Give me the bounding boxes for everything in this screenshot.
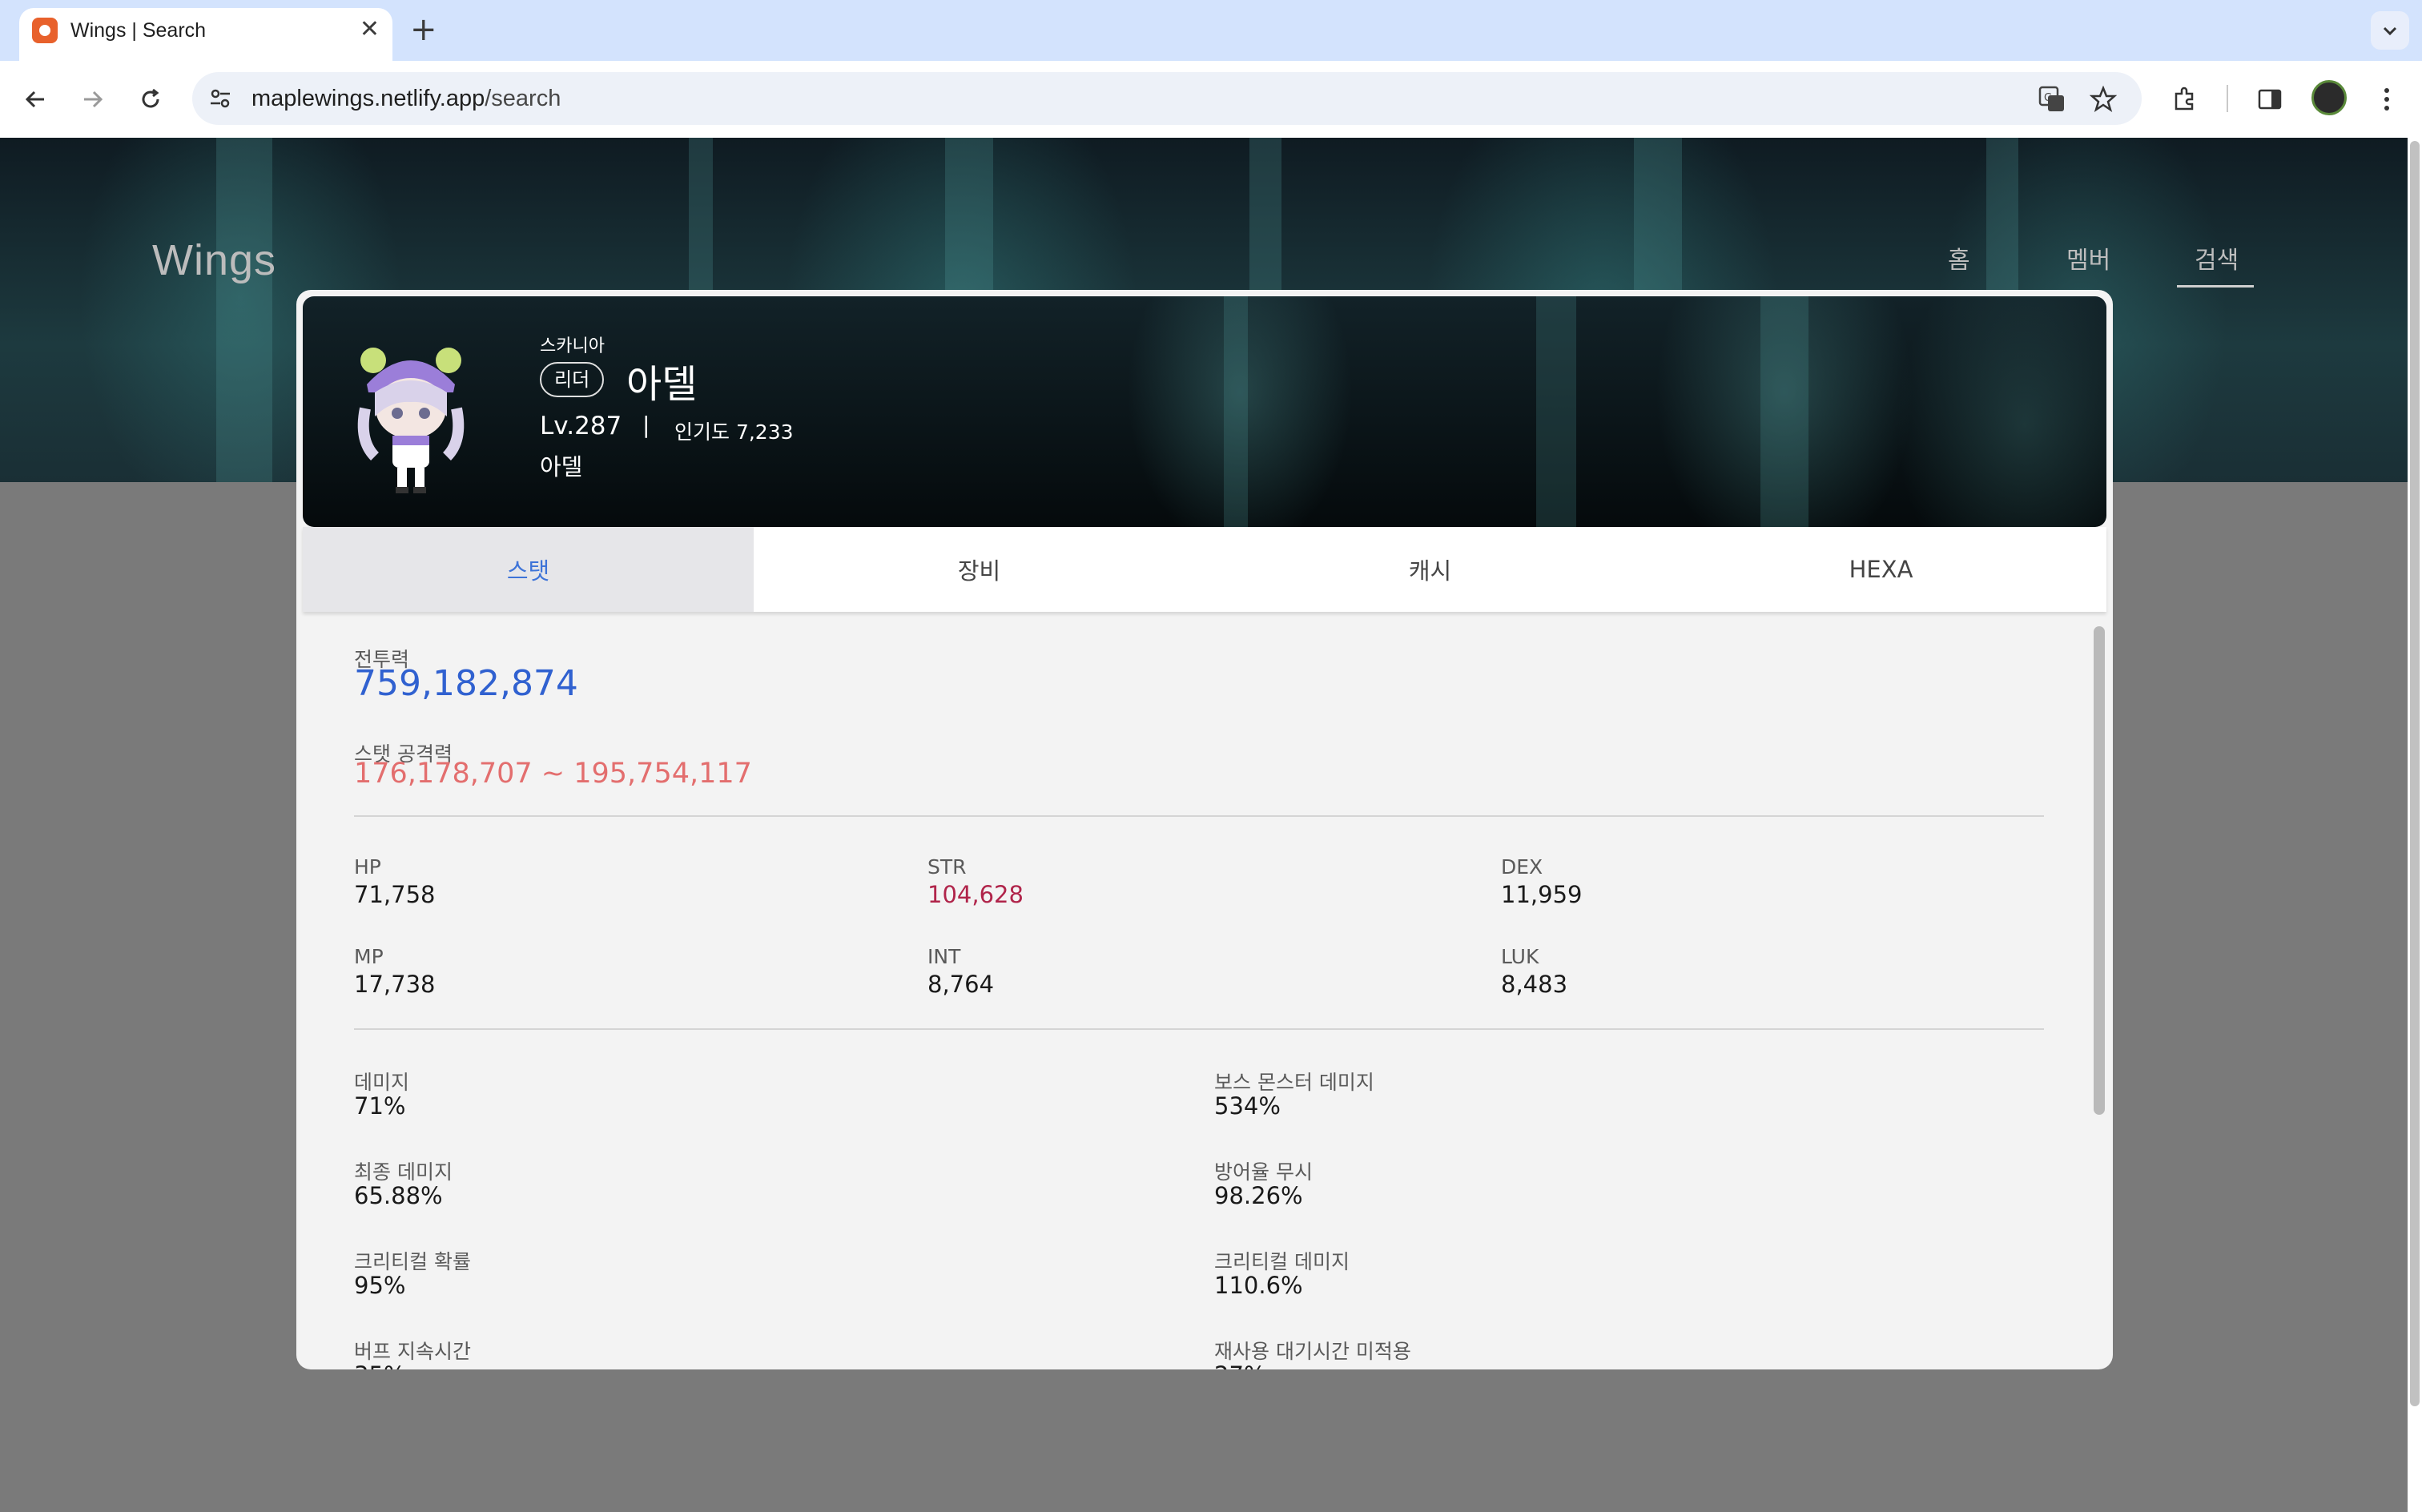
chevron-down-icon — [2383, 26, 2397, 36]
detail-stat-label: 데미지 — [354, 1071, 410, 1094]
nav-active-indicator — [2177, 285, 2254, 288]
url-host: maplewings.netlify.app — [251, 86, 485, 111]
stat-value: 71,758 — [354, 881, 436, 908]
extensions-button[interactable] — [2164, 78, 2206, 120]
toolbar-divider — [2227, 85, 2228, 112]
stat-label: MP — [354, 945, 384, 968]
site-logo[interactable]: Wings — [152, 235, 276, 285]
tab-cash[interactable]: 캐시 — [1205, 527, 1656, 612]
character-card: 스카니아 리더 아델 Lv.287 | 인기도 7,233 아델 스탯 장비 캐… — [296, 290, 2113, 1369]
reload-icon — [142, 88, 159, 108]
detail-stat-value: 65.88% — [354, 1182, 443, 1209]
forward-arrow-icon — [84, 90, 103, 108]
combat-power-value: 759,182,874 — [354, 663, 578, 704]
tab-title: Wings | Search — [70, 19, 207, 42]
section-divider — [354, 815, 2044, 817]
level-separator: | — [642, 412, 650, 438]
stat-label: DEX — [1501, 855, 1543, 879]
site-favicon-icon — [32, 18, 58, 43]
bookmark-star-icon[interactable] — [2086, 82, 2121, 117]
kebab-menu-icon — [2384, 88, 2389, 111]
profile-decoration — [1224, 296, 1248, 527]
side-panel-icon — [2258, 89, 2282, 110]
guild-role-badge: 리더 — [540, 362, 605, 397]
stat-label: INT — [927, 945, 961, 968]
section-divider — [354, 1028, 2044, 1030]
character-job: 아델 — [540, 453, 583, 481]
url-path: /search — [485, 86, 561, 111]
detail-stat-value: 534% — [1214, 1092, 1281, 1120]
profile-decoration — [1536, 296, 1576, 527]
detail-stat-label: 방어율 무시 — [1214, 1160, 1313, 1184]
stat-value: 8,483 — [1501, 971, 1568, 998]
profile-avatar[interactable] — [2311, 80, 2347, 115]
detail-stat-label: 최종 데미지 — [354, 1160, 453, 1184]
tab-search-button[interactable] — [2371, 11, 2409, 50]
browser-tab-strip: Wings | Search ✕ + — [0, 0, 2422, 61]
translate-icon[interactable]: G — [2034, 82, 2070, 117]
nav-search[interactable]: 검색 — [2195, 240, 2239, 275]
page-viewport: Wings 홈 멤버 검색 스카니아 리더 아델 Lv.287 | 인기도 7,… — [0, 138, 2408, 1512]
browser-tab[interactable]: Wings | Search ✕ — [19, 8, 392, 61]
stat-label: LUK — [1501, 945, 1539, 968]
world-name: 스카니아 — [540, 336, 605, 356]
detail-stat-value: 71% — [354, 1092, 406, 1120]
browser-menu-button[interactable] — [2366, 78, 2408, 120]
browser-toolbar: maplewings.netlify.app/search G — [0, 61, 2422, 139]
nav-members[interactable]: 멤버 — [2066, 240, 2110, 275]
hero-decoration — [216, 138, 272, 482]
character-profile-header: 스카니아 리더 아델 Lv.287 | 인기도 7,233 아델 — [303, 296, 2106, 527]
detail-stat-label: 버프 지속시간 — [354, 1340, 471, 1363]
url-text: maplewings.netlify.app/search — [251, 83, 561, 114]
detail-stat-label: 크리티컬 확률 — [354, 1250, 471, 1273]
detail-stat-value: 98.26% — [1214, 1182, 1303, 1209]
back-button[interactable] — [14, 78, 56, 120]
card-scrollbar[interactable] — [2094, 626, 2105, 1115]
stat-attack-value: 176,178,707 ~ 195,754,117 — [354, 758, 752, 790]
detail-stat-value: 95% — [354, 1272, 406, 1299]
reload-button[interactable] — [130, 78, 171, 120]
stat-label: STR — [927, 855, 967, 879]
back-arrow-icon — [25, 90, 44, 108]
tab-equipment[interactable]: 장비 — [754, 527, 1205, 612]
tab-hexa[interactable]: HEXA — [1656, 527, 2106, 612]
stat-value: 17,738 — [354, 971, 436, 998]
character-popularity: 인기도 7,233 — [674, 420, 794, 444]
side-panel-button[interactable] — [2249, 78, 2291, 120]
stat-value: 8,764 — [927, 971, 995, 998]
detail-stat-label: 보스 몬스터 데미지 — [1214, 1071, 1374, 1094]
detail-stat-value: 110.6% — [1214, 1272, 1303, 1299]
detail-stat-label: 크리티컬 데미지 — [1214, 1250, 1350, 1273]
new-tab-button[interactable]: + — [410, 11, 437, 48]
character-level: Lv.287 — [540, 412, 622, 440]
puzzle-icon — [2175, 86, 2194, 111]
detail-stat-label: 재사용 대기시간 미적용 — [1214, 1340, 1411, 1363]
character-avatar-image — [357, 348, 465, 493]
character-name: 아델 — [626, 362, 698, 407]
detail-stat-value: 35% — [354, 1361, 405, 1369]
profile-decoration — [1760, 296, 1808, 527]
site-info-icon[interactable] — [207, 85, 234, 112]
tab-stats[interactable]: 스탯 — [303, 527, 754, 612]
address-bar[interactable]: maplewings.netlify.app/search G — [192, 72, 2142, 125]
detail-stat-value: 27% — [1214, 1361, 1265, 1369]
stat-value: 11,959 — [1501, 881, 1583, 908]
svg-text:G: G — [2044, 92, 2052, 104]
close-tab-icon[interactable]: ✕ — [360, 16, 380, 43]
stats-panel: 전투력 759,182,874 스탯 공격력 176,178,707 ~ 195… — [296, 612, 2113, 1369]
page-scrollbar-thumb[interactable] — [2410, 141, 2420, 1406]
forward-button[interactable] — [72, 78, 114, 120]
main-stat-value: 104,628 — [927, 881, 1024, 908]
character-tabs: 스탯 장비 캐시 HEXA — [303, 527, 2106, 612]
stat-label: HP — [354, 855, 381, 879]
nav-home[interactable]: 홈 — [1948, 240, 1970, 275]
